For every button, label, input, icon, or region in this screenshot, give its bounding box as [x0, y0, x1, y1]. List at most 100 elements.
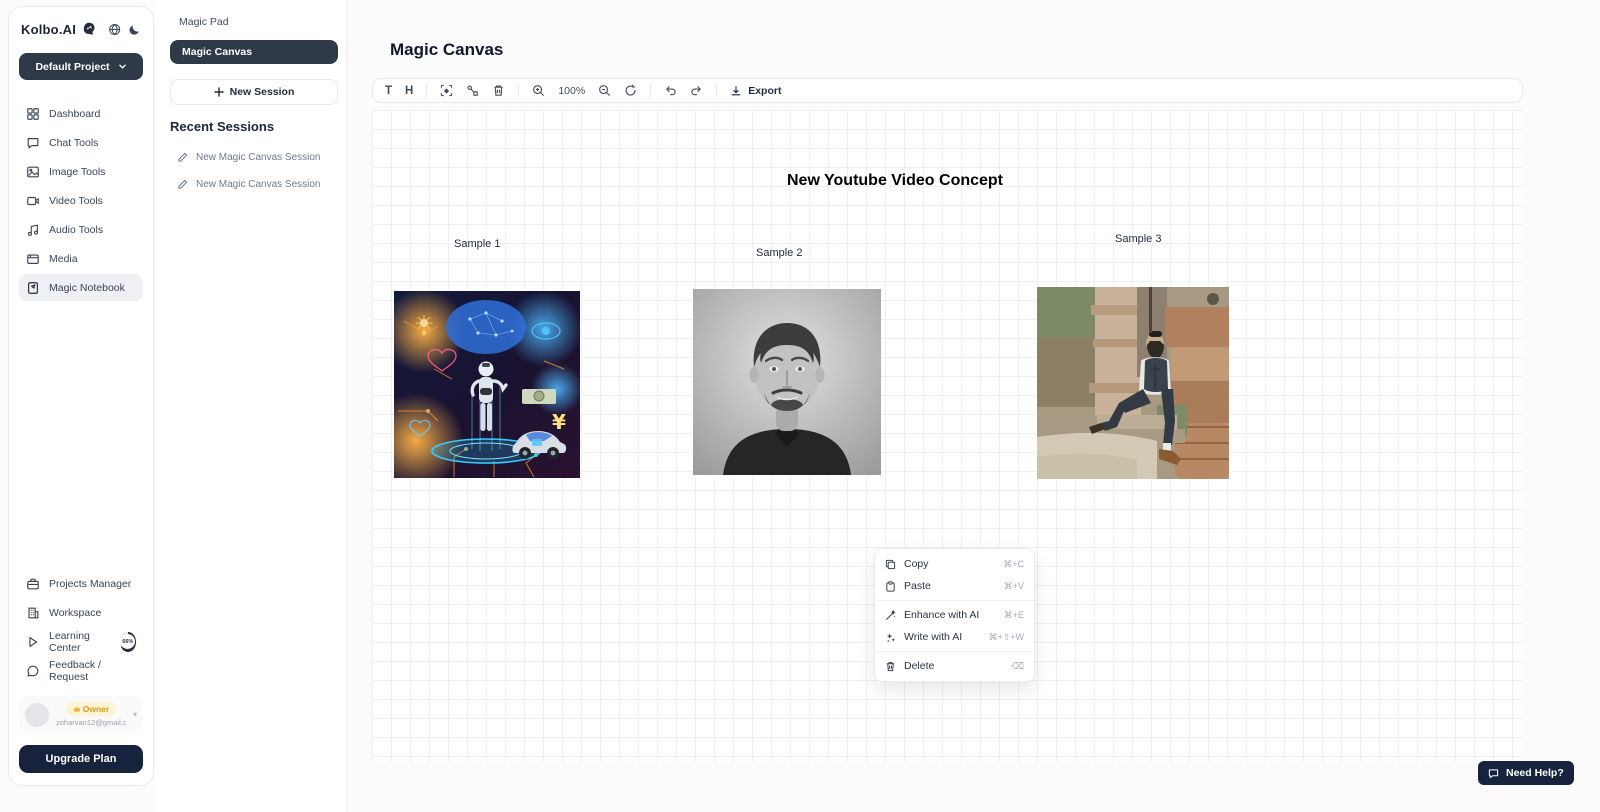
- context-menu-shortcut: ⌘+V: [1004, 581, 1024, 592]
- sidebar-item-learning-center[interactable]: Learning Center 66%: [19, 628, 143, 655]
- sidebar-item-label: Projects Manager: [49, 578, 131, 590]
- project-selector-label: Default Project: [35, 61, 109, 73]
- sidebar-item-label: Learning Center: [49, 630, 111, 654]
- upgrade-plan-button[interactable]: Upgrade Plan: [19, 745, 143, 773]
- sample-2-label[interactable]: Sample 2: [756, 247, 802, 259]
- logo-row: Kolbo.AI: [19, 21, 143, 37]
- trash-icon: [885, 661, 896, 672]
- need-help-button[interactable]: Need Help?: [1478, 761, 1574, 785]
- sidebar-item-label: Video Tools: [49, 195, 103, 207]
- magic-pad-item[interactable]: Magic Pad: [179, 16, 229, 28]
- new-session-button[interactable]: New Session: [170, 79, 338, 105]
- sample-image-1[interactable]: ¥: [394, 291, 580, 478]
- project-selector[interactable]: Default Project: [19, 53, 143, 80]
- sample-image-2[interactable]: [693, 289, 881, 475]
- sidebar-item-audio-tools[interactable]: Audio Tools: [19, 216, 143, 243]
- context-menu-item-write-with-ai[interactable]: Write with AI ⌘+⇧+W: [875, 626, 1034, 648]
- sidebar-item-label: Workspace: [49, 607, 101, 619]
- sidebar-item-projects-manager[interactable]: Projects Manager: [19, 570, 143, 597]
- sidebar-item-label: Media: [49, 253, 78, 265]
- zoom-in-button[interactable]: [532, 84, 545, 97]
- sidebar-item-chat-tools[interactable]: Chat Tools: [19, 129, 143, 156]
- ai-select-tool-button[interactable]: [440, 84, 453, 97]
- chat-icon: [26, 136, 40, 150]
- image-icon: [26, 165, 40, 179]
- sidebar-item-image-tools[interactable]: Image Tools: [19, 158, 143, 185]
- sidebar-item-feedback[interactable]: Feedback / Request: [19, 657, 143, 684]
- zoom-out-button[interactable]: [598, 84, 611, 97]
- copy-icon: [885, 559, 896, 570]
- rotate-reset-icon: [624, 84, 637, 97]
- redo-button[interactable]: [690, 84, 703, 97]
- music-note-icon: [26, 223, 40, 237]
- reset-view-button[interactable]: [624, 84, 637, 97]
- sidebar-item-label: Image Tools: [49, 166, 105, 178]
- sample-1-label[interactable]: Sample 1: [454, 238, 500, 250]
- toolbar-divider: [716, 84, 717, 98]
- sidebar-nav: Dashboard Chat Tools Image Tools Video T…: [19, 100, 143, 301]
- sidebar-item-magic-notebook[interactable]: Magic Notebook: [19, 274, 143, 301]
- connector-tool-button[interactable]: [466, 84, 479, 97]
- text-tool-button[interactable]: T: [385, 85, 392, 97]
- undo-button[interactable]: [664, 84, 677, 97]
- context-menu-item-paste[interactable]: Paste ⌘+V: [875, 575, 1034, 597]
- sparkles-icon: [885, 632, 896, 643]
- session-item-label: New Magic Canvas Session: [196, 152, 321, 163]
- export-label: Export: [748, 85, 781, 97]
- context-menu-label: Copy: [904, 558, 929, 570]
- sidebar-bottom-nav: Projects Manager Workspace Learning Cent…: [19, 570, 143, 773]
- export-button[interactable]: Export: [730, 85, 781, 97]
- dashboard-icon: [26, 107, 40, 121]
- flow-connector-icon: [466, 84, 479, 97]
- toolbar-divider: [518, 84, 519, 98]
- magic-canvas-item-active[interactable]: Magic Canvas: [170, 40, 338, 64]
- context-menu-label: Delete: [904, 660, 934, 672]
- sidebar-item-media[interactable]: Media: [19, 245, 143, 272]
- media-folder-icon: [26, 252, 40, 266]
- redo-icon: [690, 84, 703, 97]
- sample-image-3[interactable]: [1037, 287, 1229, 479]
- play-icon: [26, 635, 40, 649]
- sidebar-item-label: Audio Tools: [49, 224, 103, 236]
- context-menu-divider: [875, 600, 1034, 601]
- context-menu-divider: [875, 651, 1034, 652]
- svg-text:¥: ¥: [552, 410, 566, 434]
- zoom-in-icon: [532, 84, 545, 97]
- new-session-label: New Session: [230, 86, 295, 98]
- sidebar-item-dashboard[interactable]: Dashboard: [19, 100, 143, 127]
- pencil-icon: [177, 152, 188, 163]
- owner-badge-label: Owner: [83, 704, 109, 714]
- sidebar-item-label: Feedback / Request: [49, 659, 136, 683]
- video-icon: [26, 194, 40, 208]
- context-menu-shortcut: ⌘+E: [1004, 610, 1024, 621]
- context-menu-shortcut: ⌫: [1011, 661, 1024, 672]
- session-item-label: New Magic Canvas Session: [196, 179, 321, 190]
- toolbar-divider: [426, 84, 427, 98]
- delete-tool-button[interactable]: [492, 84, 505, 97]
- magic-wand-icon: [885, 610, 896, 621]
- sidebar-item-video-tools[interactable]: Video Tools: [19, 187, 143, 214]
- context-menu-item-copy[interactable]: Copy ⌘+C: [875, 553, 1034, 575]
- recent-sessions-heading: Recent Sessions: [170, 119, 274, 134]
- trash-icon: [492, 84, 505, 97]
- canvas-text-heading[interactable]: New Youtube Video Concept: [690, 172, 1100, 190]
- language-globe-icon[interactable]: [108, 22, 121, 37]
- sidebar-item-label: Magic Notebook: [49, 282, 125, 294]
- sample-3-label[interactable]: Sample 3: [1115, 233, 1161, 245]
- pencil-icon: [177, 179, 188, 190]
- chevron-icon: ▾: [133, 710, 137, 719]
- undo-icon: [664, 84, 677, 97]
- context-menu-shortcut: ⌘+⇧+W: [988, 632, 1024, 643]
- page-title: Magic Canvas: [390, 40, 503, 60]
- context-menu-shortcut: ⌘+C: [1003, 559, 1024, 570]
- help-chat-icon: [1488, 768, 1499, 779]
- paste-icon: [885, 581, 896, 592]
- sidebar-item-workspace[interactable]: Workspace: [19, 599, 143, 626]
- session-list-item[interactable]: New Magic Canvas Session: [177, 152, 337, 163]
- session-list-item[interactable]: New Magic Canvas Session: [177, 179, 337, 190]
- context-menu-item-delete[interactable]: Delete ⌫: [875, 655, 1034, 677]
- heading-tool-button[interactable]: H: [405, 85, 413, 97]
- dark-mode-moon-icon[interactable]: [128, 22, 141, 37]
- context-menu-item-enhance-with-ai[interactable]: Enhance with AI ⌘+E: [875, 604, 1034, 626]
- user-account-row[interactable]: Owner zoharvan12@gmail.com ▾: [19, 696, 143, 733]
